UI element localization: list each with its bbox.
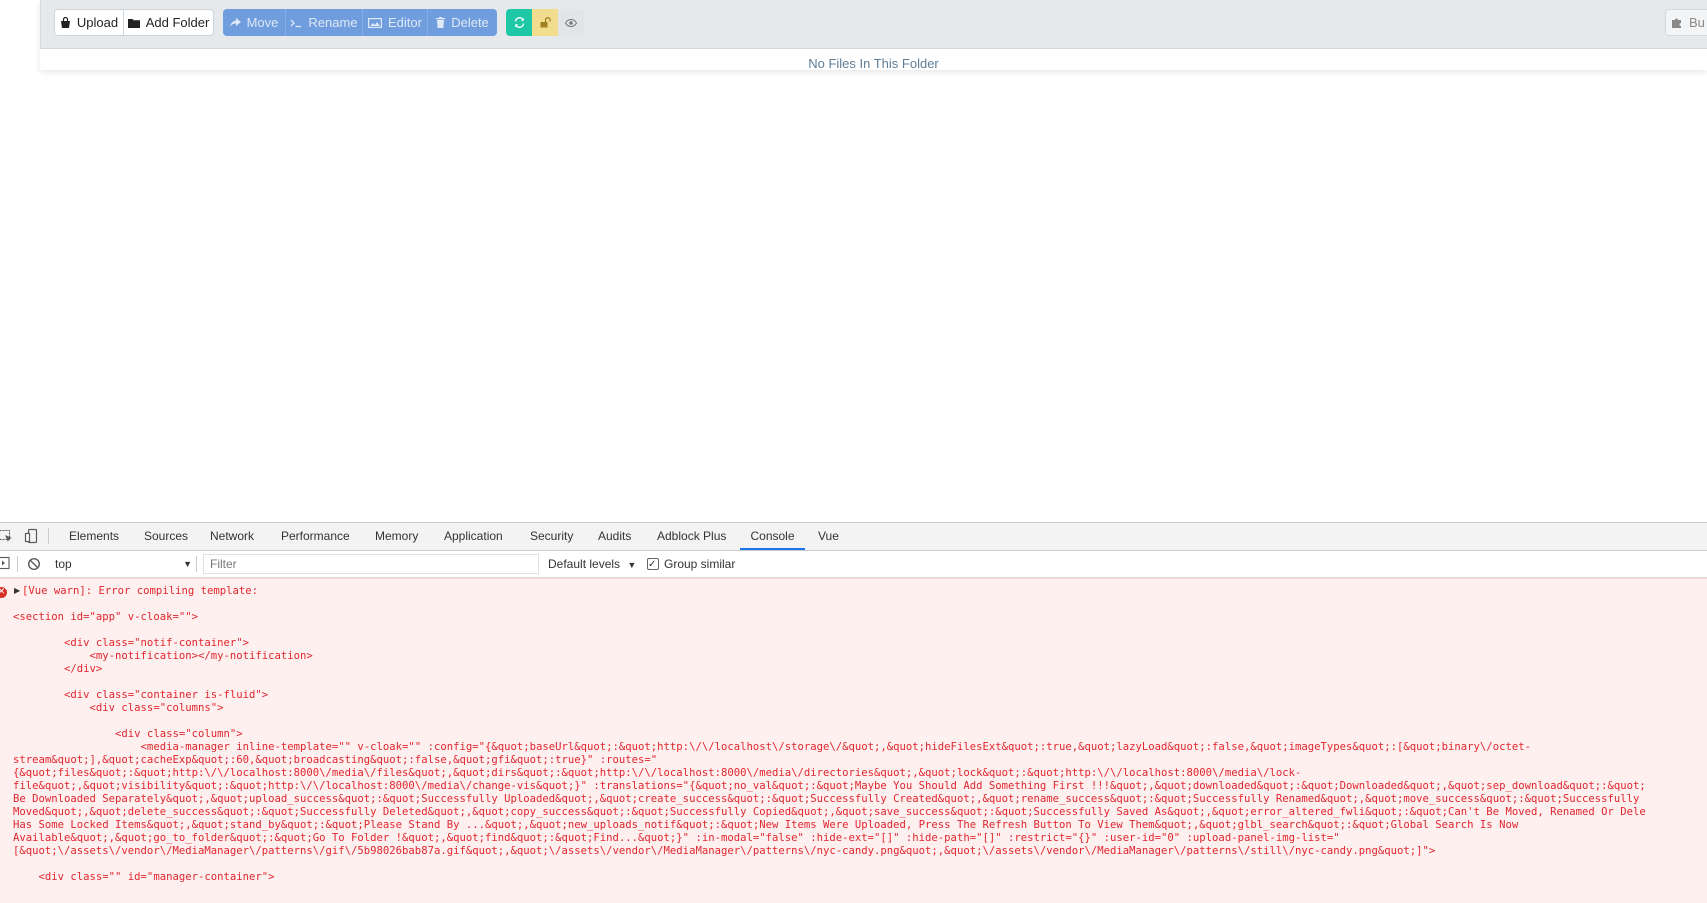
- trash-icon: [436, 17, 446, 28]
- delete-button[interactable]: Delete: [428, 9, 497, 36]
- move-button[interactable]: Move: [223, 9, 286, 36]
- add-folder-button[interactable]: Add Folder: [123, 9, 214, 36]
- context-value: top: [55, 557, 72, 571]
- group-similar-toggle[interactable]: Group similar: [647, 554, 736, 575]
- console-output[interactable]: ✕ ▶ [Vue warn]: Error compiling template…: [0, 578, 1707, 903]
- upload-button[interactable]: Upload: [54, 9, 124, 36]
- dropdown-arrow-icon: ▼: [183, 559, 192, 569]
- empty-folder-message: No Files In This Folder: [808, 56, 939, 71]
- tab-audits[interactable]: Audits: [598, 523, 631, 550]
- image-editor-icon: [368, 17, 383, 28]
- filter-separator: [196, 556, 197, 572]
- tab-security[interactable]: Security: [530, 523, 573, 550]
- tab-application[interactable]: Application: [444, 523, 503, 550]
- inspect-element-icon[interactable]: [0, 528, 14, 544]
- tab-console[interactable]: Console: [740, 523, 805, 550]
- console-filter-input[interactable]: [203, 554, 539, 574]
- context-selector[interactable]: top ▼: [55, 554, 192, 574]
- folder-icon: [127, 18, 140, 28]
- error-icon: ✕: [0, 587, 7, 598]
- tab-memory[interactable]: Memory: [375, 523, 418, 550]
- filter-separator: [17, 556, 18, 572]
- tab-vue[interactable]: Vue: [818, 523, 839, 550]
- move-label: Move: [246, 15, 279, 30]
- bulk-select-button[interactable]: Bu: [1665, 9, 1707, 36]
- toolbar: Upload Add Folder Move Rename Editor Del…: [40, 0, 1707, 49]
- unlock-icon: [540, 17, 551, 28]
- refresh-icon: [514, 17, 525, 28]
- rename-button[interactable]: Rename: [286, 9, 363, 36]
- console-filter-bar: top ▼ Default levels ▼ Group similar: [0, 551, 1707, 578]
- add-folder-label: Add Folder: [145, 15, 210, 30]
- editor-button[interactable]: Editor: [363, 9, 428, 36]
- console-error-message: [Vue warn]: Error compiling template: <s…: [13, 585, 1646, 884]
- tab-network[interactable]: Network: [210, 523, 254, 550]
- bulk-label: Bu: [1689, 15, 1705, 30]
- editor-label: Editor: [388, 15, 422, 30]
- eye-icon: [565, 18, 577, 27]
- shopping-bag-icon: [60, 17, 71, 28]
- sidebar-toggle-icon[interactable]: [0, 556, 13, 572]
- dropdown-arrow-icon: ▼: [627, 560, 637, 570]
- device-toolbar-icon[interactable]: [24, 528, 40, 544]
- visibility-button[interactable]: [558, 9, 584, 36]
- refresh-button[interactable]: [506, 9, 532, 36]
- rename-label: Rename: [308, 15, 358, 30]
- tab-sources[interactable]: Sources: [144, 523, 188, 550]
- tab-adblock-plus[interactable]: Adblock Plus: [657, 523, 726, 550]
- tab-separator: [48, 528, 49, 544]
- devtools-tab-bar: Elements Sources Network Performance Mem…: [0, 523, 1707, 551]
- group-similar-label: Group similar: [664, 557, 736, 571]
- delete-label: Delete: [451, 15, 489, 30]
- tab-performance[interactable]: Performance: [281, 523, 350, 550]
- console-error-text: [Vue warn]: Error compiling template: <s…: [13, 585, 1646, 883]
- lock-toggle-button[interactable]: [532, 9, 558, 36]
- share-arrow-icon: [229, 17, 241, 28]
- group-similar-checkbox[interactable]: [647, 555, 659, 575]
- upload-label: Upload: [76, 15, 119, 30]
- puzzle-icon: [1672, 17, 1683, 28]
- tab-elements[interactable]: Elements: [69, 523, 119, 550]
- devtools-panel: Elements Sources Network Performance Mem…: [0, 522, 1707, 903]
- clear-console-icon[interactable]: [27, 557, 43, 573]
- log-levels-label: Default levels: [548, 557, 621, 571]
- terminal-icon: [290, 18, 302, 28]
- log-levels-dropdown[interactable]: Default levels ▼: [548, 554, 636, 574]
- media-manager-panel: Upload Add Folder Move Rename Editor Del…: [40, 0, 1707, 71]
